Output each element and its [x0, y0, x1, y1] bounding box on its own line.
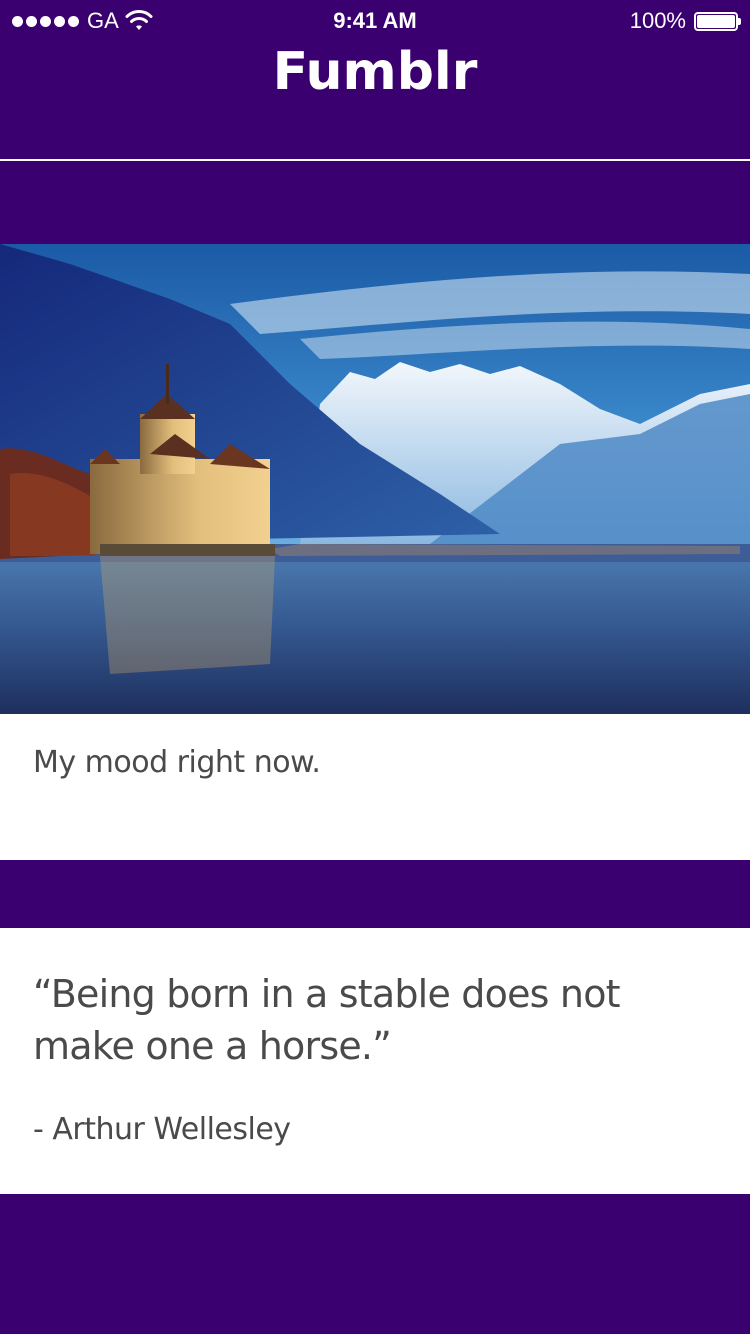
nav-divider: [0, 159, 750, 161]
battery-icon: [694, 11, 741, 31]
page-title: Fumblr: [272, 42, 478, 102]
battery-percent: 100%: [629, 8, 686, 33]
status-right: 100%: [629, 8, 741, 34]
photo-caption: My mood right now.: [33, 745, 321, 780]
status-bar: GA 9:41 AM 100%: [0, 0, 750, 40]
quote-text: “Being born in a stable does not make on…: [33, 972, 621, 1068]
post-photo[interactable]: [0, 244, 750, 714]
photo-caption-card: [0, 714, 750, 860]
quote-author: - Arthur Wellesley: [33, 1112, 291, 1147]
battery-fill: [697, 14, 735, 28]
